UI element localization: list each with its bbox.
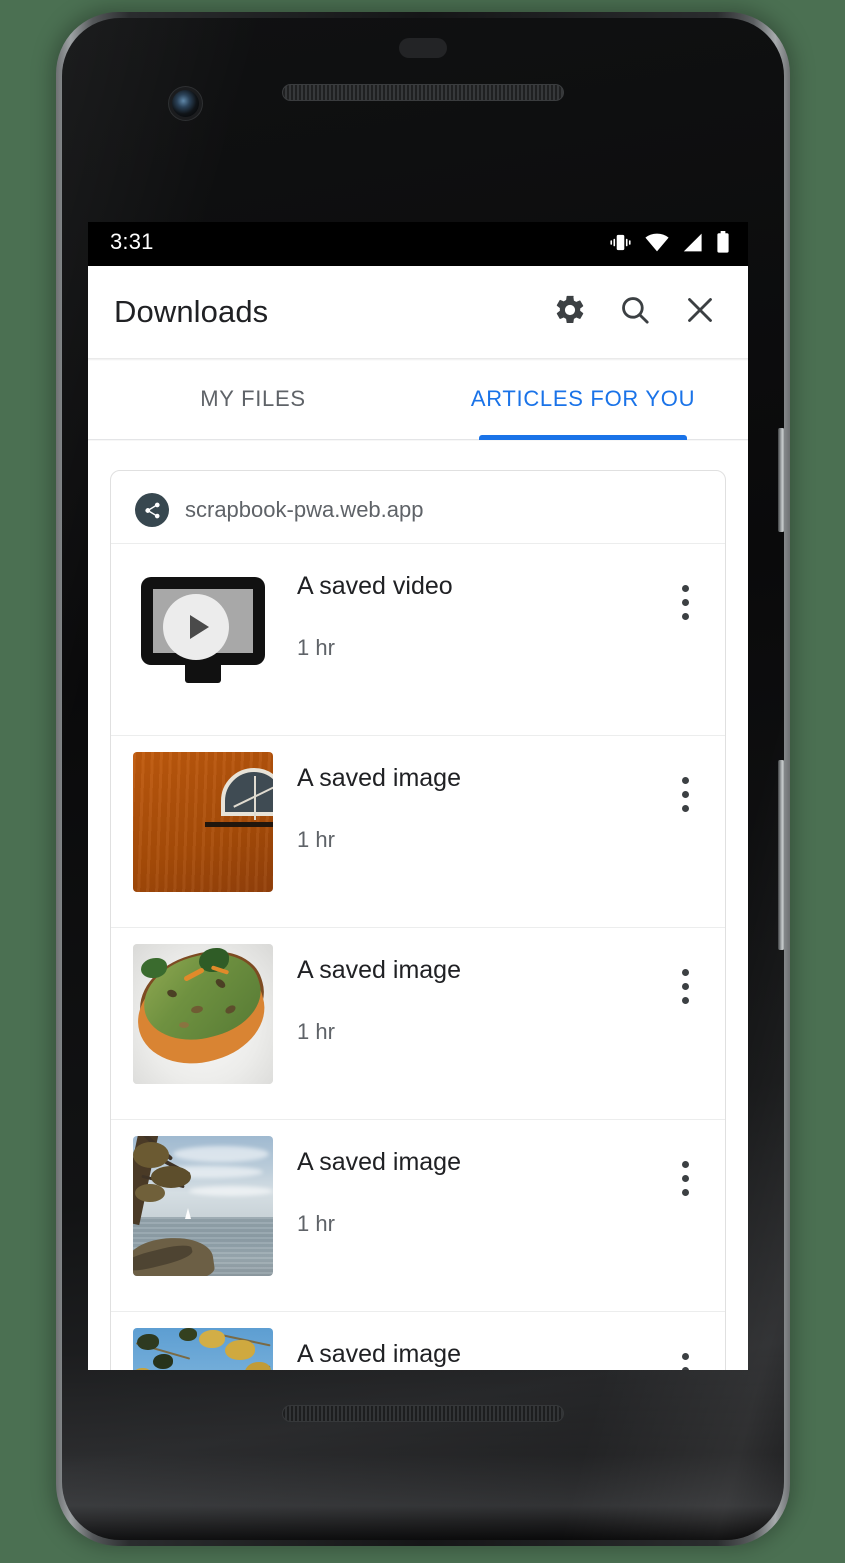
search-button[interactable] <box>617 294 653 330</box>
articles-list-container: scrapbook-pwa.web.app A saved video 1 hr… <box>88 440 748 1370</box>
list-item[interactable]: A saved image 1 hr <box>111 735 725 927</box>
list-item[interactable]: A saved image 1 hr <box>111 1119 725 1311</box>
city-autumn-photo <box>133 1328 273 1370</box>
list-item-title: A saved video <box>297 572 453 600</box>
card-source-domain: scrapbook-pwa.web.app <box>185 497 424 522</box>
wifi-icon <box>645 233 669 252</box>
list-item-title: A saved image <box>297 1340 461 1368</box>
overflow-menu-icon[interactable] <box>663 956 707 1016</box>
list-item-time: 1 hr <box>297 1211 335 1236</box>
list-item-text: A saved image 1 hr <box>297 1328 663 1370</box>
battery-icon <box>716 231 730 253</box>
tab-bar: MY FILES ARTICLES FOR YOU <box>88 358 748 440</box>
card-header: scrapbook-pwa.web.app <box>111 471 725 543</box>
overflow-menu-icon[interactable] <box>663 1148 707 1208</box>
lake-shore-photo <box>133 1136 273 1276</box>
volume-rocker-button[interactable] <box>778 760 784 950</box>
list-item[interactable]: A saved video 1 hr <box>111 543 725 735</box>
page-title: Downloads <box>114 294 269 329</box>
list-item-time: 1 hr <box>297 827 335 852</box>
phone-screen: 3:31 Downloads MY FILES ARTICLES FOR YOU… <box>88 222 748 1370</box>
tab-articles-for-you[interactable]: ARTICLES FOR YOU <box>418 358 748 440</box>
list-item-title: A saved image <box>297 1148 461 1176</box>
list-item-text: A saved image 1 hr <box>297 944 663 1045</box>
download-source-card: scrapbook-pwa.web.app A saved video 1 hr… <box>110 470 726 1370</box>
screenshot-stage: 3:31 Downloads MY FILES ARTICLES FOR YOU… <box>0 0 845 1563</box>
phone-body: 3:31 Downloads MY FILES ARTICLES FOR YOU… <box>62 18 784 1540</box>
tab-my-files-label: MY FILES <box>200 386 306 411</box>
cell-signal-icon <box>682 233 703 252</box>
gear-icon <box>553 293 587 332</box>
share-icon <box>135 493 169 527</box>
phone-bottom-sheen <box>62 1350 784 1540</box>
list-item-text: A saved video 1 hr <box>297 560 663 661</box>
settings-button[interactable] <box>552 294 588 330</box>
app-bar-actions <box>552 294 726 330</box>
list-item[interactable]: A saved image 1 hr <box>111 927 725 1119</box>
list-item-time: 1 hr <box>297 635 335 660</box>
list-item-title: A saved image <box>297 764 461 792</box>
close-icon <box>683 293 717 332</box>
phone-top-notch <box>399 38 447 58</box>
avocado-toast-photo <box>133 944 273 1084</box>
app-bar: Downloads <box>88 266 748 358</box>
tab-articles-for-you-label: ARTICLES FOR YOU <box>470 386 696 411</box>
list-item-title: A saved image <box>297 956 461 984</box>
list-item[interactable]: A saved image 1 hr <box>111 1311 725 1370</box>
status-bar-icons <box>609 231 730 253</box>
front-camera-lens <box>172 90 199 117</box>
status-bar-clock: 3:31 <box>110 229 154 254</box>
close-button[interactable] <box>682 294 718 330</box>
list-item-text: A saved image 1 hr <box>297 752 663 853</box>
power-button[interactable] <box>778 428 784 532</box>
vibrate-icon <box>609 233 632 252</box>
list-item-text: A saved image 1 hr <box>297 1136 663 1237</box>
video-placeholder-icon <box>133 560 273 700</box>
tab-my-files[interactable]: MY FILES <box>88 358 418 440</box>
overflow-menu-icon[interactable] <box>663 1340 707 1370</box>
earpiece-speaker-grille <box>282 84 564 101</box>
orange-wall-photo <box>133 752 273 892</box>
overflow-menu-icon[interactable] <box>663 572 707 632</box>
list-item-time: 1 hr <box>297 1019 335 1044</box>
bottom-speaker-grille <box>282 1405 564 1422</box>
overflow-menu-icon[interactable] <box>663 764 707 824</box>
search-icon <box>618 293 652 332</box>
status-bar: 3:31 <box>88 222 748 266</box>
